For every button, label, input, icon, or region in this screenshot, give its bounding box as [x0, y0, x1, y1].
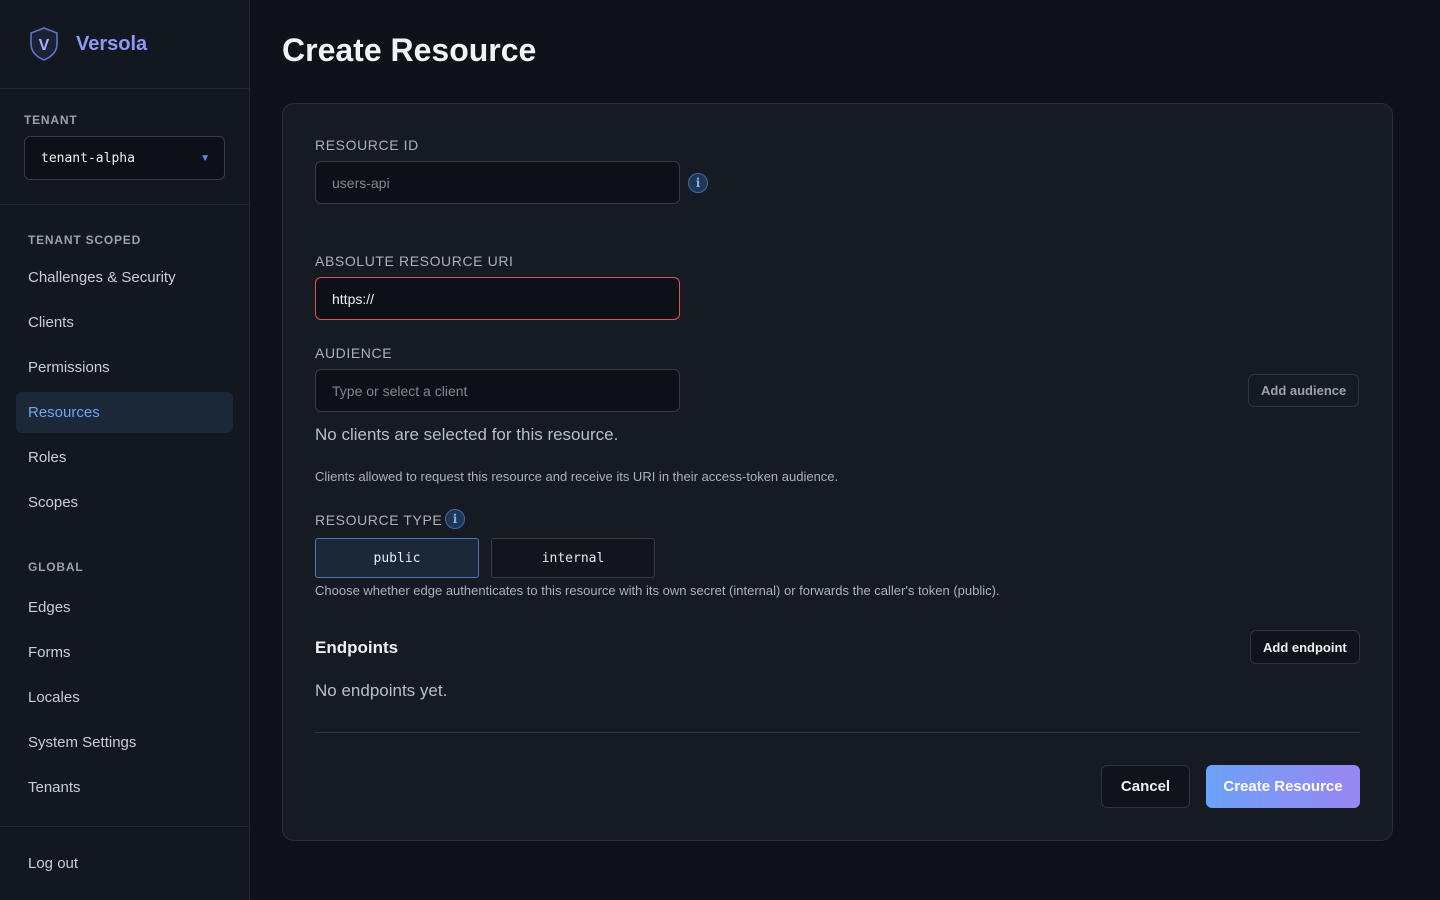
endpoints-title: Endpoints: [315, 638, 399, 657]
info-icon[interactable]: i: [688, 173, 708, 193]
create-resource-form: RESOURCE ID i ABSOLUTE RESOURCE URI AUDI…: [282, 103, 1393, 841]
tenant-label: TENANT: [24, 113, 78, 127]
sidebar-item-roles[interactable]: Roles: [16, 437, 233, 478]
chevron-down-icon: ▼: [200, 152, 210, 164]
create-resource-button[interactable]: Create Resource: [1206, 765, 1360, 808]
resource-type-internal[interactable]: internal: [491, 538, 655, 578]
sidebar-item-clients[interactable]: Clients: [16, 302, 233, 343]
audience-input[interactable]: [315, 369, 680, 412]
nav-group-tenant-scoped: TENANT SCOPED: [28, 233, 142, 247]
page-title: Create Resource: [282, 32, 537, 68]
add-audience-button[interactable]: Add audience: [1248, 374, 1360, 407]
brand-name: Versola: [76, 32, 148, 55]
resource-uri-label: ABSOLUTE RESOURCE URI: [315, 253, 514, 269]
sidebar: V Versola TENANT tenant-alpha ▼ TENANT S…: [0, 0, 250, 900]
brand[interactable]: V Versola: [0, 0, 249, 89]
info-icon[interactable]: i: [445, 509, 465, 529]
sidebar-nav: TENANT SCOPED Challenges & Security Clie…: [0, 205, 249, 826]
resource-id-label: RESOURCE ID: [315, 137, 419, 153]
tenant-picker: TENANT tenant-alpha ▼: [0, 89, 249, 205]
divider: [315, 732, 1360, 733]
audience-help-text: Clients allowed to request this resource…: [315, 469, 839, 484]
audience-label: AUDIENCE: [315, 345, 393, 361]
sidebar-item-locales[interactable]: Locales: [16, 677, 233, 718]
resource-type-label: RESOURCE TYPE: [315, 512, 443, 528]
nav-group-global: GLOBAL: [28, 560, 84, 574]
sidebar-item-forms[interactable]: Forms: [16, 632, 233, 673]
endpoints-empty-text: No endpoints yet.: [315, 681, 448, 700]
audience-empty-text: No clients are selected for this resourc…: [315, 425, 619, 444]
sidebar-item-challenges-security[interactable]: Challenges & Security: [16, 257, 233, 298]
sidebar-item-system-settings[interactable]: System Settings: [16, 722, 233, 763]
add-endpoint-button[interactable]: Add endpoint: [1250, 630, 1360, 664]
logout-button[interactable]: Log out: [0, 826, 249, 900]
resource-uri-input[interactable]: [315, 277, 680, 320]
resource-id-input[interactable]: [315, 161, 680, 204]
sidebar-item-permissions[interactable]: Permissions: [16, 347, 233, 388]
shield-logo-icon: V: [30, 27, 58, 61]
resource-type-help-text: Choose whether edge authenticates to thi…: [315, 583, 1000, 598]
tenant-value: tenant-alpha: [41, 150, 135, 166]
resource-type-public[interactable]: public: [315, 538, 479, 578]
logo-letter: V: [39, 37, 50, 54]
tenant-select[interactable]: tenant-alpha ▼: [24, 136, 225, 180]
sidebar-item-scopes[interactable]: Scopes: [16, 482, 233, 523]
cancel-button[interactable]: Cancel: [1101, 765, 1190, 808]
sidebar-item-resources[interactable]: Resources: [16, 392, 233, 433]
sidebar-item-tenants[interactable]: Tenants: [16, 767, 233, 808]
sidebar-item-edges[interactable]: Edges: [16, 587, 233, 628]
sidebar-item-users[interactable]: Users: [16, 812, 233, 826]
